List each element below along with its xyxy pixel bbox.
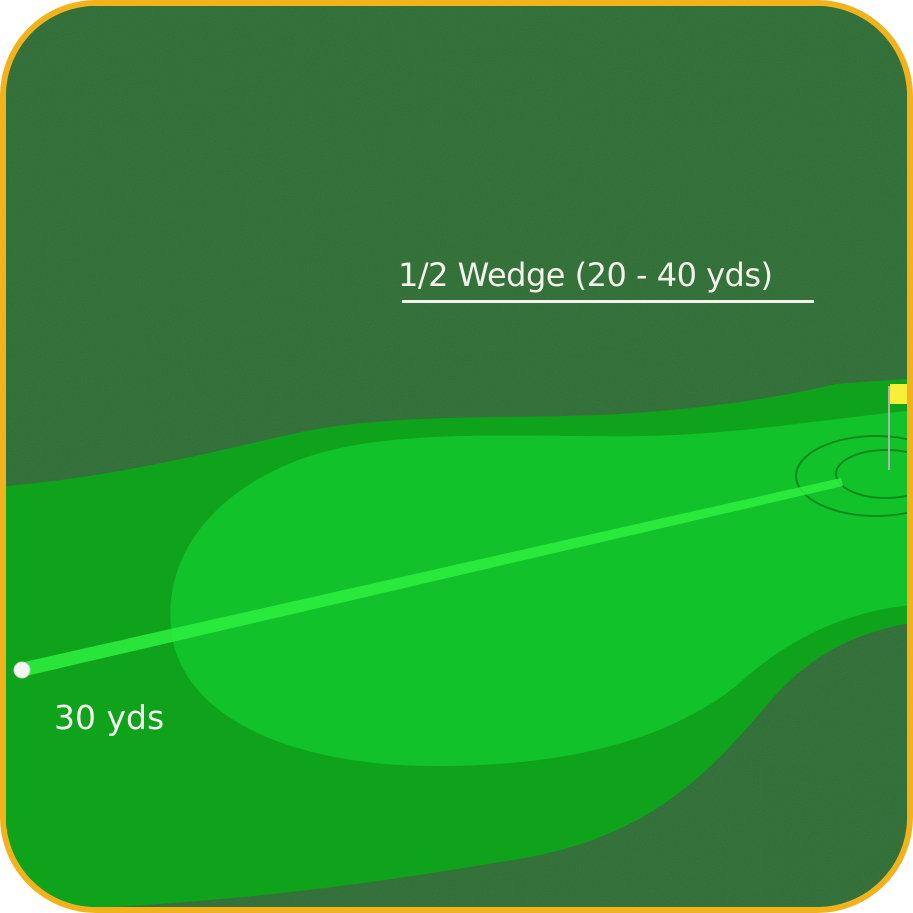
distance-label: 30 yds bbox=[54, 698, 165, 737]
golf-hole-diagram bbox=[6, 6, 907, 907]
golf-ball-icon bbox=[13, 661, 31, 679]
shot-title: 1/2 Wedge (20 - 40 yds) bbox=[398, 256, 773, 294]
shot-title-underline bbox=[402, 300, 814, 303]
golf-hole-frame: 1/2 Wedge (20 - 40 yds) 30 yds bbox=[0, 0, 913, 913]
